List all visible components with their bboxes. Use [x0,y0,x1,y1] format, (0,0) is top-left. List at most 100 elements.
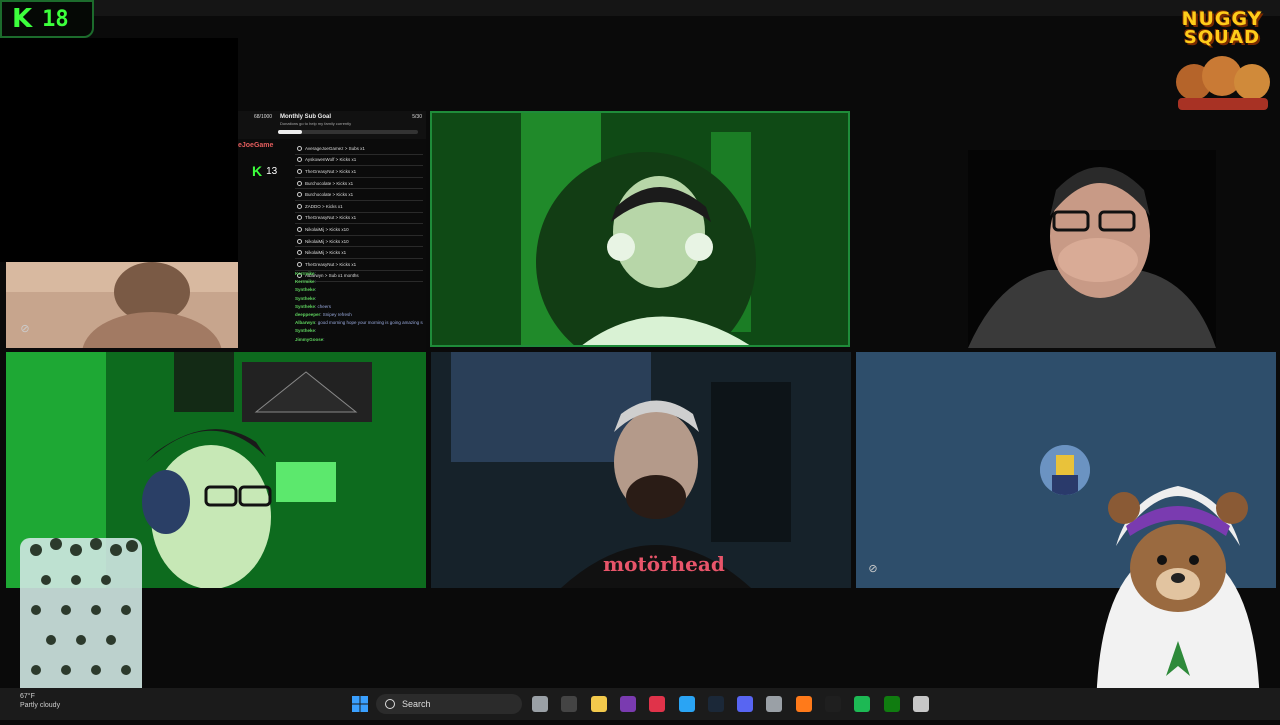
chat-username: Syntheke [295,287,316,293]
sub-goal-header: 68/1000 Monthly Sub Goal Donations go to… [238,111,426,139]
webcam-feed-1 [6,262,238,348]
event-text: AverageJoeGamez > Subs x1 [305,145,365,151]
windows-start-icon[interactable] [352,696,368,712]
steam-icon[interactable] [707,696,724,712]
spotify-icon[interactable] [854,696,871,712]
chat-username: Syntheke [295,303,316,309]
search-icon [385,699,395,709]
sub-goal-fraction: 5/30 [412,114,422,120]
opera-gx-icon[interactable] [649,696,666,712]
event-feed-row: Burchocolate > Kicks x1 [295,178,423,190]
windows-taskbar [0,688,1280,720]
chat-message: JimmyGoose: [295,337,423,345]
weather-temp: 67°F [20,693,35,700]
chat-message: Albarwyn: good morning hope your morning… [295,320,423,328]
file-manager-icon[interactable] [532,696,548,712]
chat-username: Syntheke [295,328,316,334]
chat-username: Syntheke [295,295,316,301]
settings-icon[interactable] [766,696,783,712]
video-tile-2[interactable] [431,112,849,346]
chat-message: Syntheke: [295,287,423,295]
event-icon [297,238,302,244]
streamer-name: eJoeGame [238,142,274,149]
event-icon [297,145,302,151]
chat-text: : Snipey refresh [320,311,352,317]
event-text: NikolaiMij > Kicks x10 [305,226,349,232]
video-tile-1[interactable]: ⊘ [6,262,238,348]
event-feed-row: NikolaiMij > Kicks x10 [295,224,423,236]
event-icon [297,168,302,174]
xbox-icon[interactable] [883,696,900,712]
chat-text: : [314,271,316,276]
webcam-feed-3 [968,150,1216,348]
firefox-icon[interactable] [795,696,812,712]
chat-text: : [314,279,316,285]
event-icon [297,157,302,163]
sub-goal-progress-bar [278,130,418,134]
taskbar-search[interactable]: Search [376,694,522,714]
event-feed-row: AverageJoeGamez > Subs x1 [295,143,423,155]
event-feed: AverageJoeGamez > Subs x1 AyskowenWolf > … [295,143,423,283]
event-icon [297,192,302,198]
obs-icon[interactable] [825,696,841,712]
black-overlay-panel [0,38,238,262]
sub-goal-subtitle: Donations go to help my family currently [280,121,352,126]
chat-username: Albarwyn [295,320,316,326]
notes-icon[interactable] [619,696,636,712]
event-text: Burchocolate > Kicks x1 [305,180,354,186]
event-icon [297,250,302,256]
bear-mascot-graphic [1076,456,1280,720]
chat-username: Kerrmike [295,279,315,285]
event-feed-row: ZADDO > Kicks x1 [295,201,423,213]
chat-text: : [315,287,317,293]
weather-desc: Partly cloudy [20,702,61,709]
event-icon [297,226,302,232]
sub-goal-progress-fill [278,130,302,134]
event-feed-row: TheGreasyNut > Kicks x1 [295,213,423,225]
top-title-bar [0,0,1280,16]
chat-message: deeppeeper: Snipey refresh [295,312,423,320]
event-feed-row: NikolaiMij > Kicks x10 [295,236,423,248]
chat-username: JimmyGoose [295,336,324,342]
discord-icon[interactable] [737,696,754,712]
sub-goal-title: Monthly Sub Goal [280,114,331,120]
camera-off-icon: ⊘ [868,563,878,575]
chat-message: Kerrmike: [295,271,423,279]
epic-games-icon[interactable] [561,696,578,712]
chat-message: Kerrmike: [295,279,423,287]
event-text: TheGreasyNut > Kicks x1 [305,261,357,267]
event-text: TheGreasyNut > Kicks x1 [305,215,357,221]
event-icon [297,261,302,267]
search-label: Search [402,699,431,709]
stream-overlay-panel: 68/1000 Monthly Sub Goal Donations go to… [238,111,426,351]
event-icon [297,215,302,221]
event-feed-row: AyskowenWolf > Kicks x1 [295,155,423,167]
kicks-counter: K 13 [252,163,277,179]
event-text: NikolaiMij > Kicks x1 [305,250,347,256]
file-explorer-icon[interactable] [590,696,607,712]
nuggy-squad-logo: NUGGY SQUAD [1164,4,1280,114]
video-tile-5[interactable]: motörhead [431,352,851,588]
chat-message: Syntheke: [295,296,423,304]
event-text: AyskowenWolf > Kicks x1 [305,157,357,163]
event-icon [297,180,302,186]
chat-username: Kerrmike [295,271,315,276]
event-text: Burchocolate > Kicks x1 [305,192,354,198]
event-feed-row: NikolaiMij > Kicks x1 [295,247,423,259]
chat-text: : [315,295,317,301]
kicks-count: 13 [266,165,278,177]
chat-text: : good morning hope your morning is goin… [315,320,423,326]
weather-widget[interactable]: 67°F Partly cloudy [20,692,60,710]
kick-count-badge: K 18 [0,0,94,38]
camera-off-icon: ⊘ [20,323,30,335]
edge-icon[interactable] [678,696,695,712]
chat-username: deeppeeper [295,311,321,317]
event-feed-row: Burchocolate > Kicks x1 [295,189,423,201]
kick-logo-icon: K [252,163,263,179]
video-tile-3[interactable] [968,150,1216,348]
kicks-jar-graphic [16,530,146,706]
vpn-icon[interactable] [912,696,929,712]
event-text: ZADDO > Kicks x1 [305,203,343,209]
sub-goal-count: 68/1000 [254,114,273,120]
chat-message: Syntheke: [295,328,423,336]
